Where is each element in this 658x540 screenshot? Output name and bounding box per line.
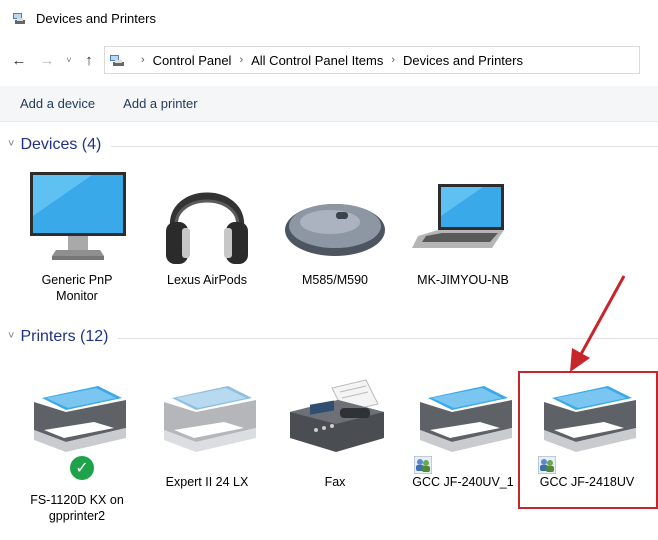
printers-group-title: Printers (12) — [20, 328, 109, 345]
divider — [111, 145, 658, 147]
device-mk-jimyou-nb[interactable]: MK-JIMYOU-NB — [408, 166, 518, 288]
breadcrumb-devices-and-printers[interactable]: Devices and Printers — [403, 53, 523, 68]
recent-locations-button[interactable]: ˅ — [62, 48, 76, 72]
forward-button[interactable]: → — [36, 48, 58, 72]
breadcrumb-control-panel[interactable]: Control Panel — [153, 53, 232, 68]
address-bar[interactable]: › Control Panel › All Control Panel Item… — [104, 46, 640, 74]
printer-label: Expert II 24 LX — [165, 475, 249, 489]
chevron-down-icon: ˅ — [8, 330, 15, 342]
control-panel-icon — [110, 55, 124, 66]
breadcrumb-separator: › — [391, 54, 396, 66]
command-bar: Add a device Add a printer — [0, 86, 658, 122]
add-device-button[interactable]: Add a device — [20, 96, 95, 111]
highlight-box — [518, 371, 658, 509]
printer-gcc-jf-240uv-1[interactable]: GCC JF-240UV_1 — [408, 368, 518, 490]
printer-icon — [164, 386, 256, 452]
devices-group-header[interactable]: ˅ Devices (4) — [8, 134, 658, 156]
up-button[interactable]: ↑ — [78, 48, 100, 72]
printer-fax[interactable]: Fax — [280, 368, 390, 490]
chevron-down-icon: ˅ — [8, 138, 15, 150]
annotation-arrow-icon — [570, 275, 626, 372]
devices-and-printers-icon — [13, 13, 25, 24]
monitor-icon — [30, 172, 126, 260]
device-label: MK-JIMYOU-NB — [417, 273, 509, 287]
window-title: Devices and Printers — [36, 10, 156, 26]
fax-icon — [290, 379, 384, 452]
breadcrumb-separator: › — [141, 54, 145, 66]
mouse-icon — [285, 204, 385, 256]
device-label: Generic PnP Monitor — [41, 273, 113, 303]
printer-label: FS-1120D KX on gpprinter2 — [30, 493, 124, 523]
headphones-icon — [166, 192, 248, 264]
device-label: M585/M590 — [301, 273, 368, 287]
add-printer-button[interactable]: Add a printer — [123, 96, 197, 111]
device-label: Lexus AirPods — [167, 273, 247, 287]
shared-users-icon — [414, 456, 432, 474]
default-printer-check-icon: ✓ — [68, 454, 96, 482]
device-m585-m590[interactable]: M585/M590 — [280, 166, 390, 288]
printer-expert-ii-24-lx[interactable]: Expert II 24 LX — [152, 368, 262, 490]
printer-fs-1120d[interactable]: ✓ FS-1120D KX on gpprinter2 — [22, 368, 132, 524]
laptop-icon — [412, 184, 504, 248]
breadcrumb-separator: › — [239, 54, 244, 66]
device-generic-pnp-monitor[interactable]: Generic PnP Monitor — [22, 166, 132, 304]
printer-label: GCC JF-240UV_1 — [412, 475, 514, 489]
device-lexus-airpods[interactable]: Lexus AirPods — [152, 166, 262, 288]
title-bar: Devices and Printers — [0, 0, 658, 36]
navigation-bar: ← → ˅ ↑ › Control Panel › All Control Pa… — [0, 44, 658, 76]
back-button[interactable]: ← — [8, 48, 30, 72]
printer-label: Fax — [324, 475, 346, 489]
devices-group-title: Devices (4) — [20, 136, 102, 153]
breadcrumb-all-items[interactable]: All Control Panel Items — [251, 53, 383, 68]
